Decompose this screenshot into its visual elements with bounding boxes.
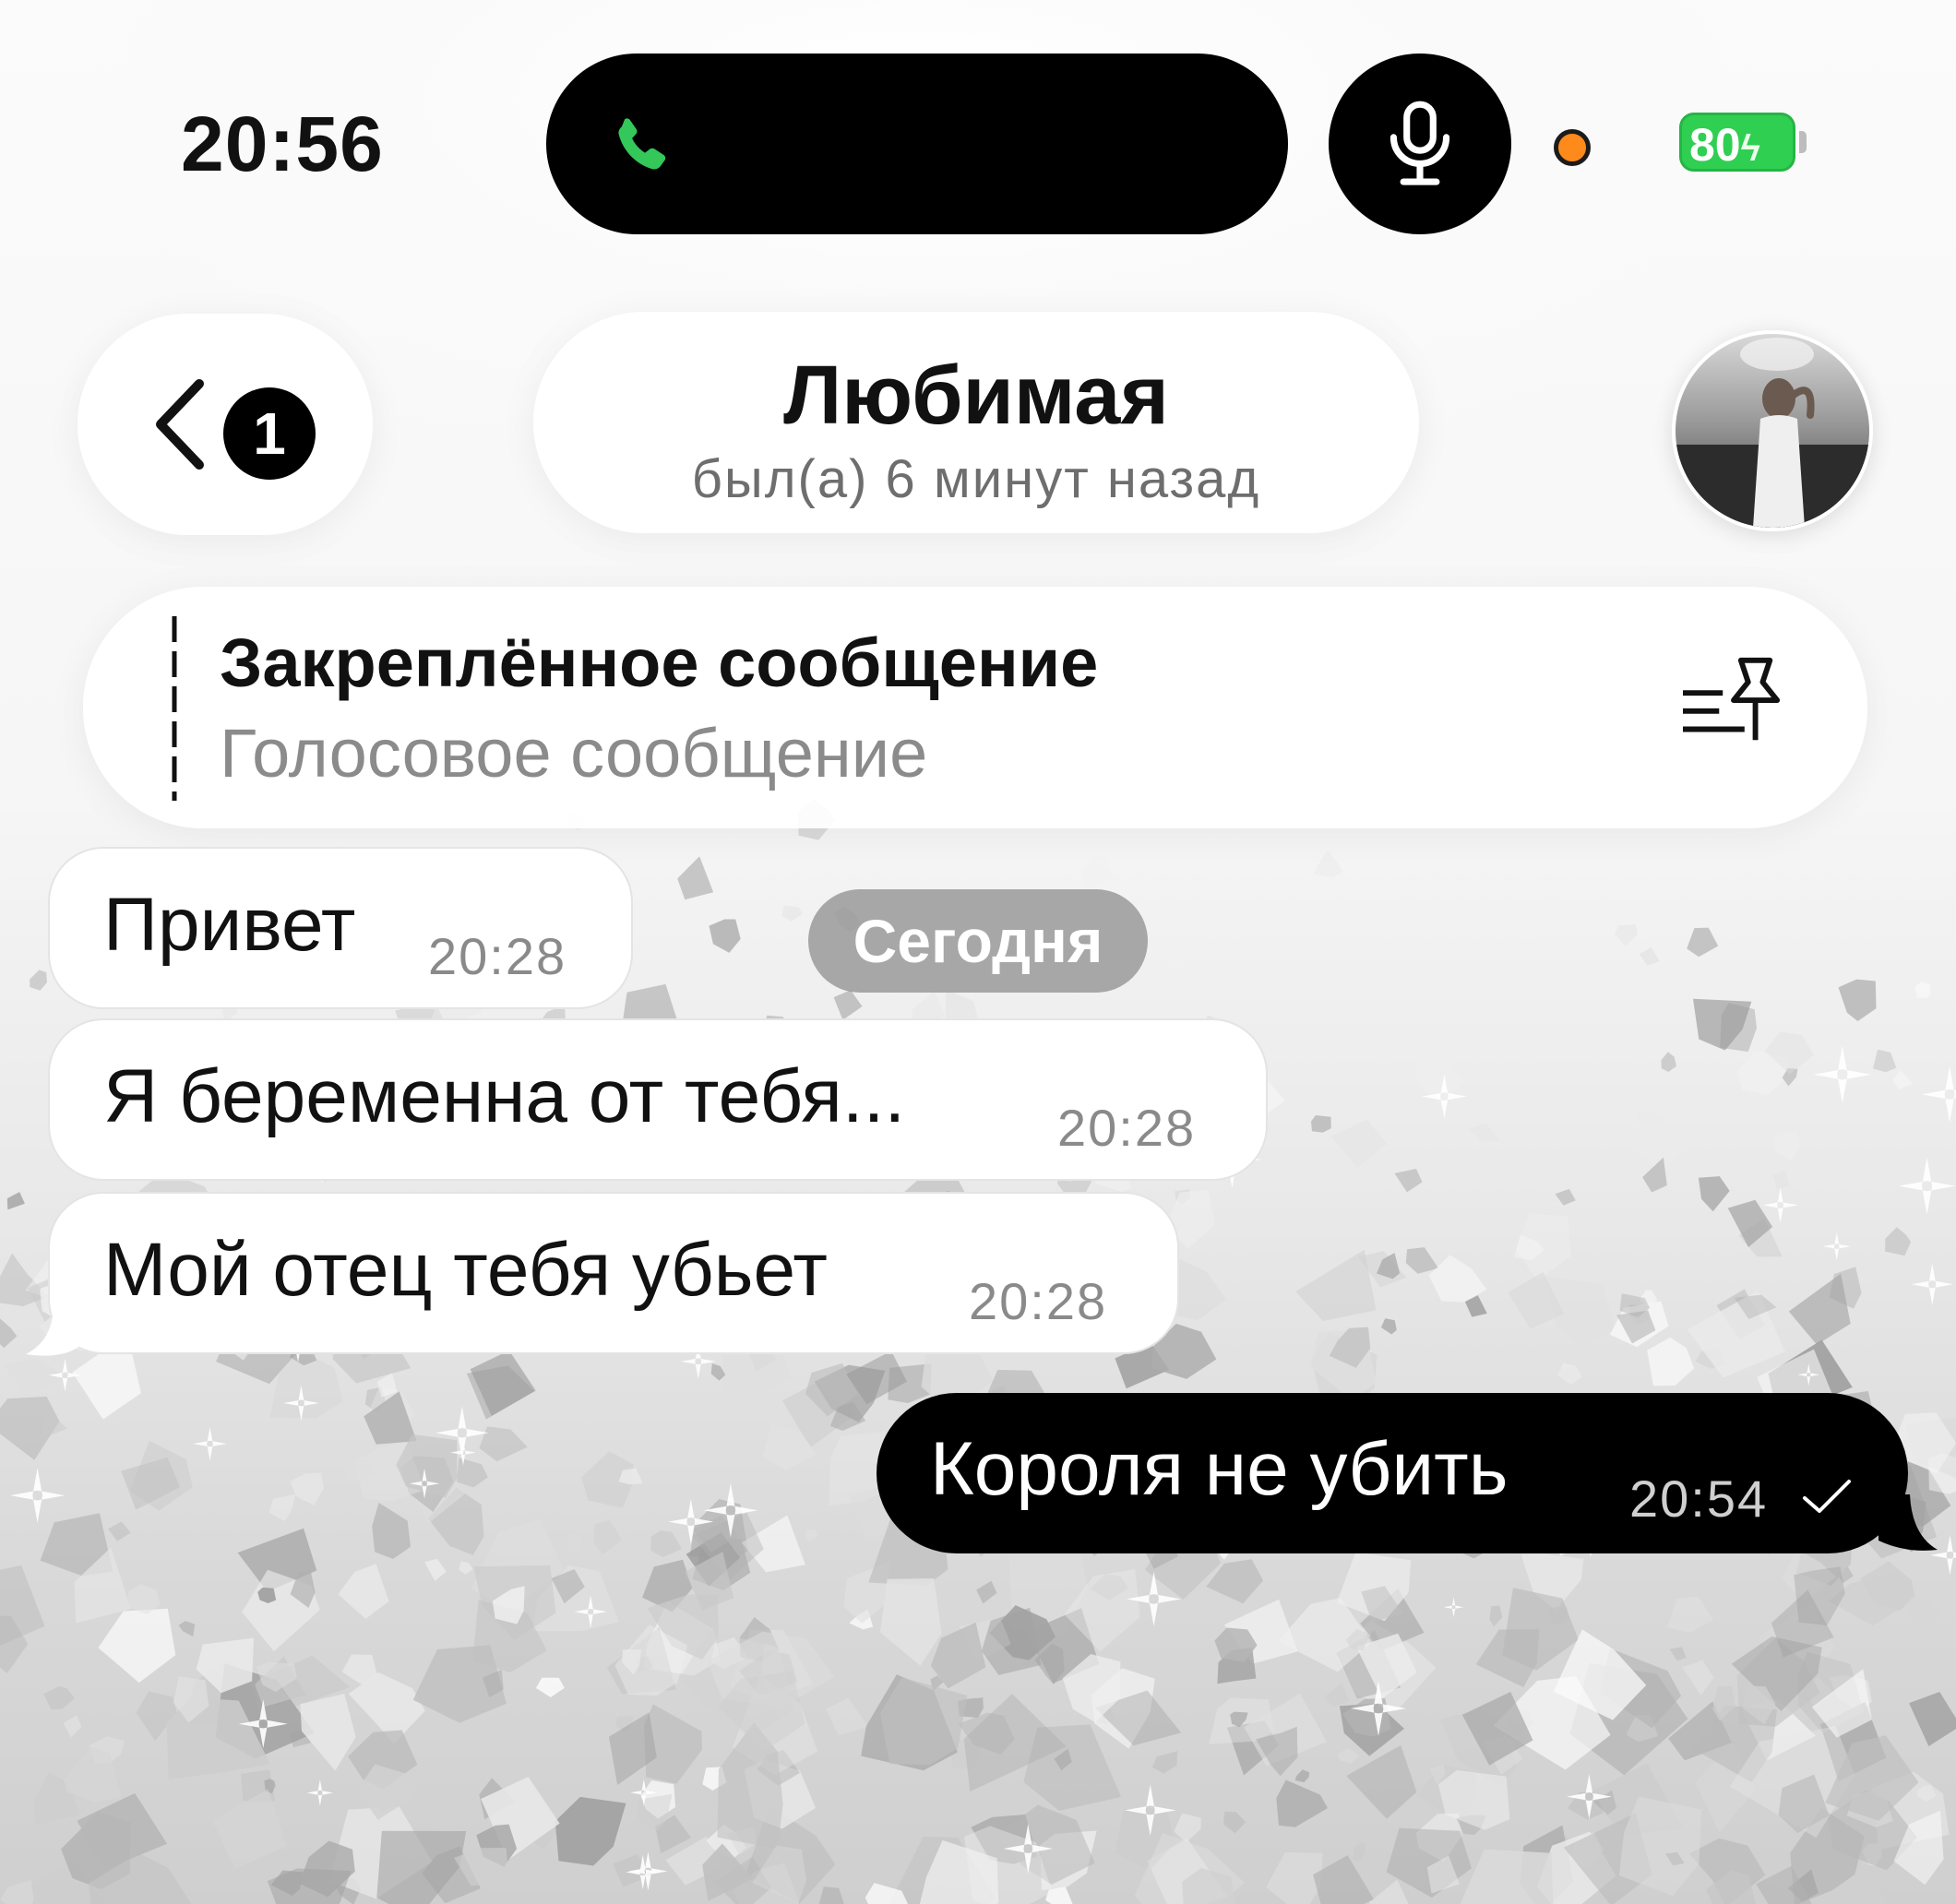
bubble-tail-outgoing bbox=[1878, 1494, 1938, 1551]
message-time: 20:28 bbox=[428, 927, 567, 985]
chevron-left-icon bbox=[156, 379, 204, 470]
message-text: Привет bbox=[103, 883, 356, 967]
single-check-icon bbox=[1803, 1480, 1851, 1513]
chat-title-area[interactable]: Любимая был(а) 6 минут назад bbox=[533, 312, 1419, 533]
battery-level: 80 bbox=[1689, 119, 1741, 171]
date-separator: Сегодня bbox=[808, 889, 1148, 993]
avatar[interactable] bbox=[1672, 330, 1873, 531]
pinned-list-icon[interactable] bbox=[1676, 653, 1792, 755]
battery-charging-icon: 80ϟ bbox=[1679, 113, 1795, 172]
last-seen-status: был(а) 6 минут назад bbox=[691, 449, 1261, 509]
message-time: 20:28 bbox=[1057, 1099, 1197, 1157]
microphone-indicator bbox=[1329, 54, 1511, 234]
microphone-icon bbox=[1389, 101, 1450, 185]
phone-icon bbox=[618, 118, 666, 170]
message-text: Короля не убить bbox=[930, 1427, 1509, 1511]
message-bubble-incoming[interactable]: Мой отец тебя убьет 20:28 bbox=[48, 1192, 1179, 1354]
pinned-indicator-bar bbox=[172, 616, 177, 801]
message-text: Мой отец тебя убьет bbox=[103, 1228, 828, 1312]
message-bubble-outgoing[interactable]: Короля не убить 20:54 bbox=[877, 1393, 1908, 1553]
active-call-island[interactable] bbox=[546, 54, 1288, 234]
message-bubble-incoming[interactable]: Привет 20:28 bbox=[48, 847, 633, 1009]
pinned-preview: Голосовое сообщение bbox=[220, 715, 928, 791]
message-time: 20:28 bbox=[969, 1272, 1108, 1330]
battery-tip bbox=[1799, 131, 1807, 153]
recording-dot-icon bbox=[1554, 129, 1591, 166]
status-time: 20:56 bbox=[181, 101, 384, 187]
pinned-message-bar[interactable]: Закреплённое сообщение Голосовое сообщен… bbox=[83, 587, 1867, 828]
back-button[interactable]: 1 bbox=[78, 314, 373, 535]
message-bubble-incoming[interactable]: Я беременна от тебя... 20:28 bbox=[48, 1018, 1268, 1181]
unread-count-badge: 1 bbox=[223, 387, 316, 480]
charging-bolt-icon: ϟ bbox=[1740, 128, 1760, 169]
bubble-tail-incoming bbox=[26, 1308, 81, 1356]
avatar-photo bbox=[1676, 334, 1869, 528]
pinned-title: Закреплённое сообщение bbox=[220, 625, 1099, 701]
contact-name: Любимая bbox=[783, 350, 1169, 442]
message-time: 20:54 bbox=[1629, 1470, 1769, 1528]
message-text: Я беременна от тебя... bbox=[103, 1054, 906, 1138]
